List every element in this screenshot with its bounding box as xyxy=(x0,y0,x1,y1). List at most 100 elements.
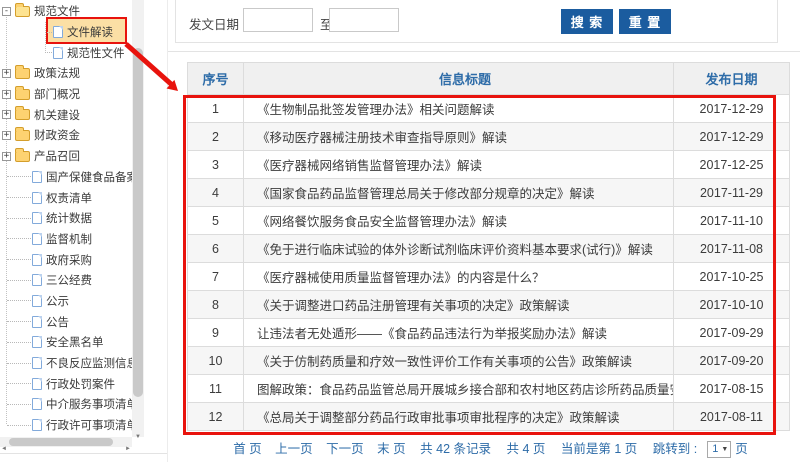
sidebar-item[interactable]: +部门概况 xyxy=(0,84,132,105)
row-title-link[interactable]: 《移动医疗器械注册技术审查指导原则》解读 xyxy=(244,123,674,151)
sidebar-item[interactable]: 三公经费 xyxy=(0,270,132,291)
row-title-link[interactable]: 让违法者无处遁形——《食品药品违法行为举报奖励办法》解读 xyxy=(244,319,674,347)
sidebar-item-label: 三公经费 xyxy=(46,272,92,288)
row-number: 11 xyxy=(188,375,244,403)
row-title-link[interactable]: 《网络餐饮服务食品安全监督管理办法》解读 xyxy=(244,207,674,235)
row-number: 12 xyxy=(188,403,244,431)
page-jump-value: 1 xyxy=(712,443,718,455)
table-header-row: 序号 信息标题 发布日期 xyxy=(188,63,790,95)
main-content: 发文日期 : 至 搜 索 重 置 序号 信息标题 发布日期 1《生物制品批签发管… xyxy=(167,0,800,462)
row-title-link[interactable]: 《关于仿制药质量和疗效一致性评价工作有关事项的公告》政策解读 xyxy=(244,347,674,375)
tree-connector xyxy=(7,238,31,239)
sidebar-item[interactable]: 文件解读 xyxy=(0,22,132,43)
sidebar-item[interactable]: 公告 xyxy=(0,311,132,332)
sidebar-item[interactable]: 统计数据 xyxy=(0,208,132,229)
row-title-link[interactable]: 《总局关于调整部分药品行政审批事项审批程序的决定》政策解读 xyxy=(244,403,674,431)
expand-icon[interactable]: + xyxy=(2,131,11,140)
sidebar-item[interactable]: 行政许可事项清单 xyxy=(0,415,132,436)
row-title-link[interactable]: 《关于调整进口药品注册管理有关事项的决定》政策解读 xyxy=(244,291,674,319)
tree-connector xyxy=(7,383,31,384)
date-to-input[interactable] xyxy=(329,8,399,32)
sidebar-item[interactable]: 不良反应监测信息 xyxy=(0,353,132,374)
chevron-down-icon: ▼ xyxy=(721,446,728,453)
tree-connector xyxy=(7,363,31,364)
sidebar-item[interactable]: 公示 xyxy=(0,291,132,312)
table-row: 3《医疗器械网络销售监督管理办法》解读2017-12-25 xyxy=(188,151,790,179)
sidebar-item[interactable]: 规范性文件 xyxy=(0,42,132,63)
pagination-bar: 首 页 上一页 下一页 末 页 共 42 条记录 共 4 页 当前是第 1 页 … xyxy=(187,437,789,461)
sidebar-item-label: 统计数据 xyxy=(46,210,92,226)
reset-button[interactable]: 重 置 xyxy=(619,9,671,34)
table-row: 11图解政策：食品药品监管总局开展城乡接合部和农村地区药店诊所药品质量安全集中整… xyxy=(188,375,790,403)
expand-icon[interactable]: + xyxy=(2,110,11,119)
prev-page-link[interactable]: 上一页 xyxy=(275,442,313,456)
scroll-left-icon[interactable] xyxy=(0,437,9,447)
scroll-right-icon[interactable] xyxy=(123,437,132,447)
next-page-link[interactable]: 下一页 xyxy=(326,442,364,456)
sidebar-item[interactable]: -规范文件 xyxy=(0,1,132,22)
row-number: 7 xyxy=(188,263,244,291)
row-number: 9 xyxy=(188,319,244,347)
collapse-icon[interactable]: - xyxy=(2,7,11,16)
date-from-input[interactable] xyxy=(243,8,313,32)
tree-connector xyxy=(45,32,52,33)
row-title-link[interactable]: 《医疗器械使用质量监督管理办法》的内容是什么？ xyxy=(244,263,674,291)
sidebar-item-label: 机关建设 xyxy=(34,107,80,123)
row-number: 1 xyxy=(188,95,244,123)
header-date: 发布日期 xyxy=(674,63,790,95)
sidebar-item[interactable]: +财政资金 xyxy=(0,125,132,146)
horizontal-scrollbar-thumb[interactable] xyxy=(9,438,113,446)
row-title-link[interactable]: 《国家食品药品监督管理总局关于修改部分规章的决定》解读 xyxy=(244,179,674,207)
row-number: 2 xyxy=(188,123,244,151)
vertical-scrollbar-thumb[interactable] xyxy=(133,48,143,397)
sidebar-item-label: 文件解读 xyxy=(67,24,113,40)
first-page-link[interactable]: 首 页 xyxy=(233,442,261,456)
tree-connector xyxy=(7,197,31,198)
file-icon xyxy=(53,47,63,59)
sidebar-item[interactable]: 权责清单 xyxy=(0,187,132,208)
sidebar-vertical-scrollbar[interactable] xyxy=(132,0,144,437)
row-title-link[interactable]: 图解政策：食品药品监管总局开展城乡接合部和农村地区药店诊所药品质量安全集中整治 xyxy=(244,375,674,403)
file-icon xyxy=(32,378,42,390)
row-number: 3 xyxy=(188,151,244,179)
file-icon xyxy=(32,274,42,286)
row-date: 2017-11-08 xyxy=(674,235,790,263)
row-title-link[interactable]: 《生物制品批签发管理办法》相关问题解读 xyxy=(244,95,674,123)
sidebar-item[interactable]: +政策法规 xyxy=(0,63,132,84)
tree-connector xyxy=(7,300,31,301)
table-row: 1《生物制品批签发管理办法》相关问题解读2017-12-29 xyxy=(188,95,790,123)
sidebar-item[interactable]: 中介服务事项清单 xyxy=(0,394,132,415)
tree-connector xyxy=(7,259,31,260)
documents-table: 序号 信息标题 发布日期 1《生物制品批签发管理办法》相关问题解读2017-12… xyxy=(187,62,790,431)
sidebar-tree: -规范文件文件解读规范性文件+政策法规+部门概况+机关建设+财政资金+产品召回国… xyxy=(0,1,132,435)
sidebar-horizontal-scrollbar[interactable] xyxy=(0,437,132,447)
tree-connector xyxy=(7,321,31,322)
expand-icon[interactable]: + xyxy=(2,90,11,99)
sidebar-item[interactable]: 政府采购 xyxy=(0,249,132,270)
scroll-down-icon[interactable] xyxy=(132,425,144,437)
search-button[interactable]: 搜 索 xyxy=(561,9,613,34)
sidebar-item-label: 权责清单 xyxy=(46,190,92,206)
last-page-link[interactable]: 末 页 xyxy=(377,442,405,456)
file-icon xyxy=(32,357,42,369)
sidebar-item[interactable]: 行政处罚案件 xyxy=(0,373,132,394)
sidebar-item[interactable]: + 机关建设 xyxy=(0,104,132,125)
sidebar-item[interactable]: + 产品召回 xyxy=(0,146,132,167)
sidebar-item[interactable]: 国产保健食品备案 xyxy=(0,167,132,188)
expand-icon[interactable]: + xyxy=(2,69,11,78)
file-icon xyxy=(32,295,42,307)
tree-connector xyxy=(7,218,31,219)
tree-connector xyxy=(7,342,31,343)
row-date: 2017-12-29 xyxy=(674,95,790,123)
date-range-label: 发文日期 : xyxy=(189,14,246,33)
expand-icon[interactable]: + xyxy=(2,152,11,161)
page-jump-select[interactable]: 1▼ xyxy=(707,441,731,458)
sidebar-item-label: 产品召回 xyxy=(34,148,80,164)
row-title-link[interactable]: 《医疗器械网络销售监督管理办法》解读 xyxy=(244,151,674,179)
sidebar-item[interactable]: 安全黑名单 xyxy=(0,332,132,353)
sidebar-item-label: 规范性文件 xyxy=(67,45,125,61)
sidebar-item[interactable]: 监督机制 xyxy=(0,229,132,250)
row-title-link[interactable]: 《免于进行临床试验的体外诊断试剂临床评价资料基本要求(试行)》解读 xyxy=(244,235,674,263)
sidebar-item-label: 监督机制 xyxy=(46,231,92,247)
folder-icon xyxy=(15,151,30,162)
